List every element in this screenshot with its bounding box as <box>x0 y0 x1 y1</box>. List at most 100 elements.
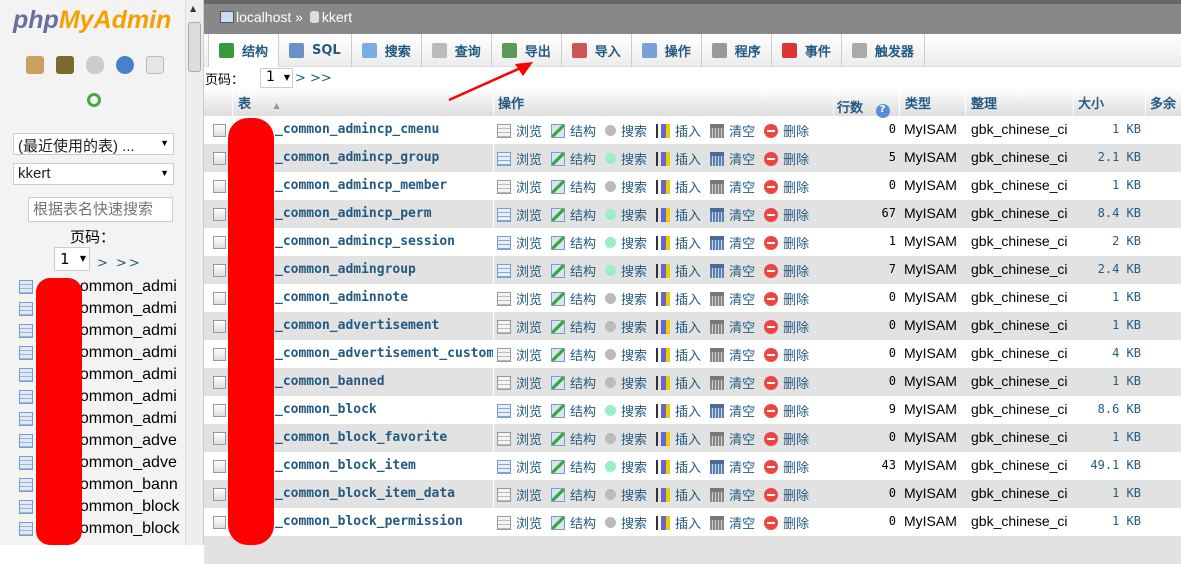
insert-action[interactable]: 插入 <box>656 401 701 420</box>
structure-action[interactable]: 结构 <box>551 373 596 392</box>
search-action[interactable]: 搜索 <box>605 317 647 336</box>
table-filter-input[interactable] <box>28 197 173 222</box>
tab-import[interactable]: 导入 <box>562 34 632 67</box>
insert-action[interactable]: 插入 <box>656 289 701 308</box>
insert-action[interactable]: 插入 <box>656 457 701 476</box>
drop-action[interactable]: 删除 <box>764 345 809 364</box>
sidebar-page-select[interactable]: 1 <box>54 247 90 271</box>
drop-action[interactable]: 删除 <box>764 401 809 420</box>
drop-action[interactable]: 删除 <box>764 121 809 140</box>
table-name-link[interactable]: _common_banned <box>275 374 385 389</box>
drop-action[interactable]: 删除 <box>764 149 809 168</box>
empty-action[interactable]: 清空 <box>710 205 755 224</box>
insert-action[interactable]: 插入 <box>656 261 701 280</box>
row-checkbox[interactable] <box>213 152 226 165</box>
drop-action[interactable]: 删除 <box>764 261 809 280</box>
table-name-link[interactable]: _common_adminnote <box>275 290 408 305</box>
browse-action[interactable]: 浏览 <box>497 485 542 504</box>
search-action[interactable]: 搜索 <box>605 149 647 168</box>
insert-action[interactable]: 插入 <box>656 373 701 392</box>
browse-action[interactable]: 浏览 <box>497 121 542 140</box>
structure-action[interactable]: 结构 <box>551 205 596 224</box>
browse-action[interactable]: 浏览 <box>497 261 542 280</box>
header-collation[interactable]: 整理 <box>965 88 1073 116</box>
tab-wrench[interactable]: 操作 <box>632 34 702 67</box>
search-action[interactable]: 搜索 <box>605 233 647 252</box>
table-name-link[interactable]: _common_block_item <box>275 458 416 473</box>
table-size[interactable]: 1 KB <box>1112 430 1141 444</box>
row-checkbox[interactable] <box>213 488 226 501</box>
empty-action[interactable]: 清空 <box>710 457 755 476</box>
table-name-link[interactable]: _common_block_favorite <box>275 430 447 445</box>
browse-action[interactable]: 浏览 <box>497 401 542 420</box>
breadcrumb-database[interactable]: kkert <box>322 9 352 25</box>
search-action[interactable]: 搜索 <box>605 485 647 504</box>
row-checkbox[interactable] <box>213 404 226 417</box>
browse-action[interactable]: 浏览 <box>497 513 542 532</box>
row-checkbox[interactable] <box>213 432 226 445</box>
table-size[interactable]: 1 KB <box>1112 514 1141 528</box>
empty-action[interactable]: 清空 <box>710 261 755 280</box>
empty-action[interactable]: 清空 <box>710 149 755 168</box>
drop-action[interactable]: 删除 <box>764 457 809 476</box>
drop-action[interactable]: 删除 <box>764 317 809 336</box>
search-action[interactable]: 搜索 <box>605 177 647 196</box>
insert-action[interactable]: 插入 <box>656 485 701 504</box>
drop-action[interactable]: 删除 <box>764 513 809 532</box>
recent-tables-select[interactable]: (最近使用的表) ... <box>13 133 174 155</box>
table-size[interactable]: 1 KB <box>1112 122 1141 136</box>
row-checkbox[interactable] <box>213 516 226 529</box>
search-action[interactable]: 搜索 <box>605 457 647 476</box>
drop-action[interactable]: 删除 <box>764 205 809 224</box>
structure-action[interactable]: 结构 <box>551 261 596 280</box>
header-rows[interactable]: 行数 ? <box>833 88 899 118</box>
table-name-link[interactable]: _common_admingroup <box>275 262 416 277</box>
table-name-link[interactable]: _common_advertisement_custom <box>275 346 494 361</box>
insert-action[interactable]: 插入 <box>656 233 701 252</box>
browse-action[interactable]: 浏览 <box>497 205 542 224</box>
table-name-link[interactable]: _common_admincp_session <box>275 234 455 249</box>
structure-action[interactable]: 结构 <box>551 121 596 140</box>
search-action[interactable]: 搜索 <box>605 373 647 392</box>
table-name-link[interactable]: _common_block <box>275 402 377 417</box>
empty-action[interactable]: 清空 <box>710 401 755 420</box>
row-checkbox[interactable] <box>213 320 226 333</box>
table-name-link[interactable]: _common_admincp_cmenu <box>275 122 439 137</box>
empty-action[interactable]: 清空 <box>710 177 755 196</box>
browse-action[interactable]: 浏览 <box>497 177 542 196</box>
table-size[interactable]: 8.4 KB <box>1098 206 1141 220</box>
search-action[interactable]: 搜索 <box>605 429 647 448</box>
row-checkbox[interactable] <box>213 124 226 137</box>
browse-action[interactable]: 浏览 <box>497 373 542 392</box>
browse-action[interactable]: 浏览 <box>497 233 542 252</box>
row-checkbox[interactable] <box>213 376 226 389</box>
search-action[interactable]: 搜索 <box>605 345 647 364</box>
table-name-link[interactable]: _common_admincp_perm <box>275 206 432 221</box>
table-name-link[interactable]: _common_advertisement <box>275 318 439 333</box>
empty-action[interactable]: 清空 <box>710 345 755 364</box>
sql-query-icon[interactable] <box>86 56 104 74</box>
logout-icon[interactable] <box>56 56 74 74</box>
empty-action[interactable]: 清空 <box>710 429 755 448</box>
search-action[interactable]: 搜索 <box>605 513 647 532</box>
empty-action[interactable]: 清空 <box>710 289 755 308</box>
browse-action[interactable]: 浏览 <box>497 429 542 448</box>
drop-action[interactable]: 删除 <box>764 485 809 504</box>
row-checkbox[interactable] <box>213 460 226 473</box>
table-name-link[interactable]: _common_block_permission <box>275 514 463 529</box>
table-size[interactable]: 1 KB <box>1112 290 1141 304</box>
header-size[interactable]: 大小 <box>1073 88 1145 116</box>
search-action[interactable]: 搜索 <box>605 401 647 420</box>
empty-action[interactable]: 清空 <box>710 317 755 336</box>
insert-action[interactable]: 插入 <box>656 149 701 168</box>
table-size[interactable]: 1 KB <box>1112 318 1141 332</box>
row-checkbox[interactable] <box>213 208 226 221</box>
empty-action[interactable]: 清空 <box>710 121 755 140</box>
browse-action[interactable]: 浏览 <box>497 149 542 168</box>
structure-action[interactable]: 结构 <box>551 345 596 364</box>
structure-action[interactable]: 结构 <box>551 401 596 420</box>
table-size[interactable]: 1 KB <box>1112 178 1141 192</box>
sidebar-scrollbar[interactable]: ▲ <box>186 0 204 545</box>
next-page-links[interactable]: > >> <box>295 71 332 86</box>
tab-triggers[interactable]: 触发器 <box>842 34 925 67</box>
